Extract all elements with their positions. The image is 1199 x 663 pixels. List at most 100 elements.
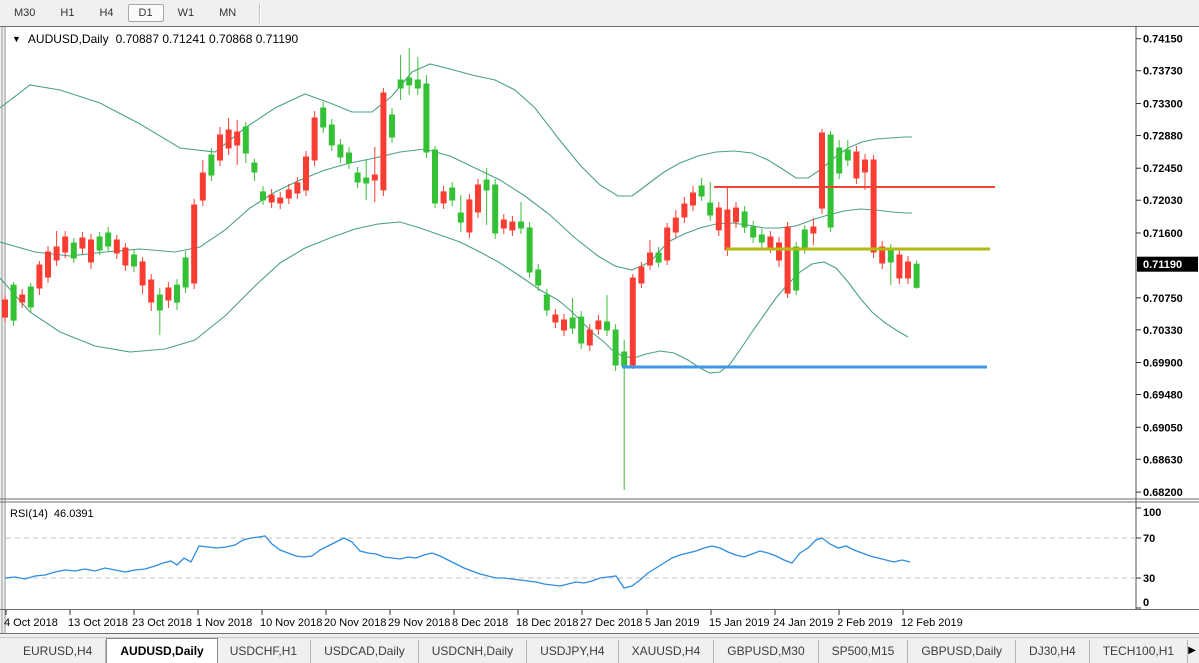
bearish-candle[interactable] bbox=[278, 198, 283, 203]
bullish-candle[interactable] bbox=[390, 115, 395, 137]
bearish-candle[interactable] bbox=[372, 175, 377, 180]
timeframe-button-m30[interactable]: M30 bbox=[3, 4, 46, 22]
bearish-candle[interactable] bbox=[140, 262, 145, 285]
bearish-candle[interactable] bbox=[510, 222, 515, 230]
bearish-candle[interactable] bbox=[441, 192, 446, 203]
tab-scroll-right-icon[interactable]: ▶ bbox=[1188, 645, 1196, 656]
bullish-candle[interactable] bbox=[570, 318, 575, 328]
bullish-candle[interactable] bbox=[433, 150, 438, 203]
bearish-candle[interactable] bbox=[54, 247, 59, 260]
bearish-candle[interactable] bbox=[871, 160, 876, 252]
bullish-candle[interactable] bbox=[243, 127, 248, 153]
bullish-candle[interactable] bbox=[157, 295, 162, 310]
bearish-candle[interactable] bbox=[691, 193, 696, 205]
bearish-candle[interactable] bbox=[863, 160, 868, 172]
bullish-candle[interactable] bbox=[355, 173, 360, 182]
bullish-candle[interactable] bbox=[175, 285, 180, 302]
timeframe-button-h1[interactable]: H1 bbox=[49, 4, 85, 22]
bullish-candle[interactable] bbox=[845, 150, 850, 160]
timeframe-button-h4[interactable]: H4 bbox=[88, 4, 124, 22]
chart-tab-gbpusd-m30[interactable]: GBPUSD,M30 bbox=[714, 640, 818, 663]
bearish-candle[interactable] bbox=[665, 228, 670, 260]
bearish-candle[interactable] bbox=[820, 133, 825, 208]
bearish-candle[interactable] bbox=[63, 237, 68, 252]
bullish-candle[interactable] bbox=[484, 180, 489, 190]
bearish-candle[interactable] bbox=[123, 248, 128, 265]
bullish-candle[interactable] bbox=[837, 148, 842, 173]
bearish-candle[interactable] bbox=[218, 135, 223, 160]
bullish-candle[interactable] bbox=[450, 188, 455, 200]
bearish-candle[interactable] bbox=[673, 218, 678, 232]
chart-tab-usdchf-h1[interactable]: USDCHF,H1 bbox=[217, 640, 311, 663]
bullish-candle[interactable] bbox=[742, 212, 747, 227]
bearish-candle[interactable] bbox=[226, 130, 231, 148]
bullish-candle[interactable] bbox=[11, 285, 16, 320]
chart-tab-usdcnh-daily[interactable]: USDCNH,Daily bbox=[419, 640, 527, 663]
bullish-candle[interactable] bbox=[347, 153, 352, 163]
bearish-candle[interactable] bbox=[906, 262, 911, 278]
bearish-candle[interactable] bbox=[725, 210, 730, 250]
symbol-dropdown-icon[interactable]: ▼ bbox=[12, 34, 21, 44]
bullish-candle[interactable] bbox=[708, 203, 713, 215]
timeframe-button-d1[interactable]: D1 bbox=[128, 4, 164, 22]
bearish-candle[interactable] bbox=[501, 220, 506, 228]
chart-tab-dj30-h4[interactable]: DJ30,H4 bbox=[1016, 640, 1090, 663]
bullish-candle[interactable] bbox=[338, 145, 343, 157]
bullish-candle[interactable] bbox=[132, 255, 137, 266]
bullish-candle[interactable] bbox=[888, 250, 893, 262]
bearish-candle[interactable] bbox=[467, 200, 472, 232]
bullish-candle[interactable] bbox=[656, 253, 661, 262]
bearish-candle[interactable] bbox=[312, 118, 317, 160]
bullish-candle[interactable] bbox=[914, 264, 919, 287]
bearish-candle[interactable] bbox=[37, 265, 42, 288]
bullish-candle[interactable] bbox=[544, 295, 549, 310]
bullish-candle[interactable] bbox=[802, 230, 807, 248]
bearish-candle[interactable] bbox=[89, 240, 94, 262]
bullish-candle[interactable] bbox=[759, 235, 764, 242]
bullish-candle[interactable] bbox=[415, 80, 420, 88]
bullish-candle[interactable] bbox=[699, 186, 704, 196]
bullish-candle[interactable] bbox=[329, 125, 334, 145]
bullish-candle[interactable] bbox=[519, 222, 524, 228]
bullish-candle[interactable] bbox=[493, 185, 498, 233]
bullish-candle[interactable] bbox=[613, 330, 618, 365]
bearish-candle[interactable] bbox=[114, 240, 119, 253]
bearish-candle[interactable] bbox=[295, 183, 300, 193]
bearish-candle[interactable] bbox=[166, 288, 171, 300]
chart-tab-audusd-daily[interactable]: AUDUSD,Daily bbox=[106, 638, 217, 663]
bullish-candle[interactable] bbox=[183, 258, 188, 287]
bullish-candle[interactable] bbox=[71, 243, 76, 258]
bearish-candle[interactable] bbox=[716, 208, 721, 230]
bullish-candle[interactable] bbox=[828, 135, 833, 227]
price-chart-canvas[interactable]: 0.741500.737300.733000.728800.724500.720… bbox=[0, 26, 1199, 634]
bullish-candle[interactable] bbox=[28, 287, 33, 307]
chart-tab-tech100-h1[interactable]: TECH100,H1 bbox=[1090, 640, 1188, 663]
bullish-candle[interactable] bbox=[751, 227, 756, 237]
bearish-candle[interactable] bbox=[648, 253, 653, 265]
bullish-candle[interactable] bbox=[209, 155, 214, 175]
bullish-candle[interactable] bbox=[321, 108, 326, 127]
bullish-candle[interactable] bbox=[536, 270, 541, 285]
bullish-candle[interactable] bbox=[364, 178, 369, 183]
bullish-candle[interactable] bbox=[622, 352, 627, 366]
bullish-candle[interactable] bbox=[527, 228, 532, 272]
chart-tab-gbpusd-daily[interactable]: GBPUSD,Daily bbox=[908, 640, 1016, 663]
bearish-candle[interactable] bbox=[149, 280, 154, 302]
bearish-candle[interactable] bbox=[269, 195, 274, 202]
chart-background[interactable] bbox=[6, 26, 1199, 633]
bearish-candle[interactable] bbox=[192, 205, 197, 283]
bullish-candle[interactable] bbox=[407, 78, 412, 85]
bearish-candle[interactable] bbox=[777, 243, 782, 260]
bearish-candle[interactable] bbox=[304, 157, 309, 190]
chart-tab-xauusd-h4[interactable]: XAUUSD,H4 bbox=[619, 640, 715, 663]
bullish-candle[interactable] bbox=[261, 192, 266, 200]
bearish-candle[interactable] bbox=[785, 227, 790, 293]
bearish-candle[interactable] bbox=[596, 321, 601, 329]
chart-tab-usdcad-daily[interactable]: USDCAD,Daily bbox=[311, 640, 419, 663]
bullish-candle[interactable] bbox=[252, 163, 257, 172]
bearish-candle[interactable] bbox=[587, 330, 592, 345]
bearish-candle[interactable] bbox=[553, 315, 558, 322]
bullish-candle[interactable] bbox=[424, 84, 429, 152]
bearish-candle[interactable] bbox=[476, 185, 481, 212]
bullish-candle[interactable] bbox=[605, 322, 610, 330]
